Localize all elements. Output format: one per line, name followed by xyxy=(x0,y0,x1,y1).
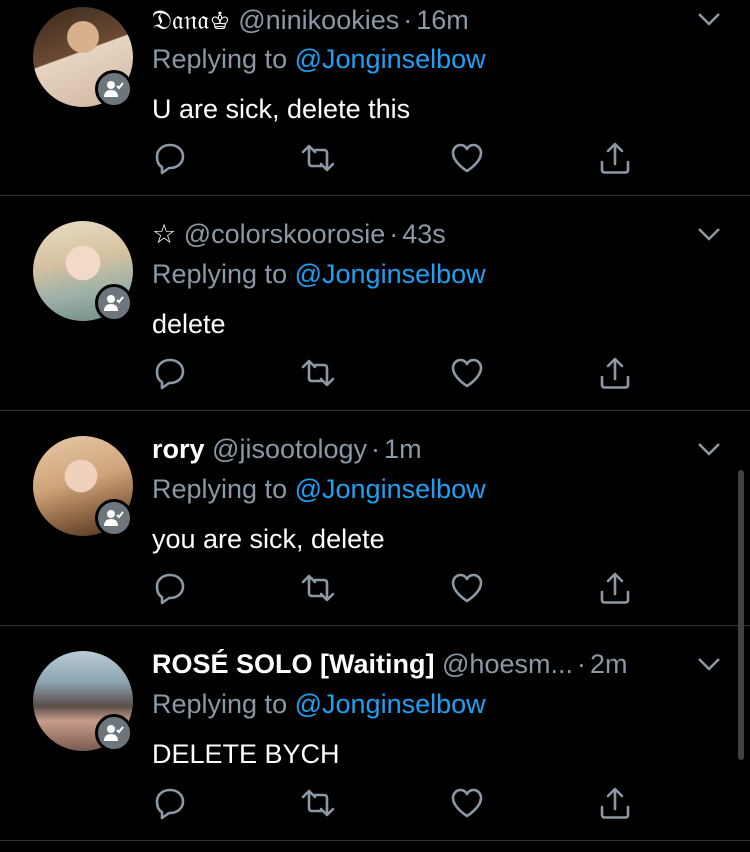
share-icon[interactable] xyxy=(597,140,633,176)
share-icon[interactable] xyxy=(597,355,633,391)
tweet-actions xyxy=(152,140,642,176)
tweet-header: ☆ @colorskoorosie · 43s xyxy=(152,219,446,250)
mention-link[interactable]: @Jonginselbow xyxy=(295,44,486,74)
mention-link[interactable]: @Jonginselbow xyxy=(295,259,486,289)
retweet-icon[interactable] xyxy=(300,355,336,391)
reply-icon[interactable] xyxy=(152,570,188,606)
tweet-item[interactable]: rory @jisootology · 1m Replying to @Jongin… xyxy=(0,412,750,626)
follower-badge-icon xyxy=(95,70,133,108)
user-handle[interactable]: @jisootology xyxy=(212,434,367,464)
tweet-item[interactable]: ☆ @colorskoorosie · 43s Replying to @Jongi… xyxy=(0,197,750,411)
tweet-item[interactable]: ROSÉ SOLO [Waiting] @hoesm... · 2m Replyin… xyxy=(0,627,750,841)
reply-icon[interactable] xyxy=(152,785,188,821)
reply-icon[interactable] xyxy=(152,355,188,391)
display-name[interactable]: 𝔇𝔞𝔫𝔞♔ xyxy=(152,5,231,36)
reply-icon[interactable] xyxy=(152,140,188,176)
timestamp[interactable]: 2m xyxy=(590,649,628,679)
replying-label: Replying to xyxy=(152,689,288,719)
separator: · xyxy=(389,219,399,249)
chevron-down-icon[interactable] xyxy=(696,10,722,28)
replying-to: Replying to @Jonginselbow xyxy=(152,474,486,505)
chevron-down-icon[interactable] xyxy=(696,225,722,243)
separator: · xyxy=(576,649,586,679)
user-handle[interactable]: @hoesm... xyxy=(442,649,573,679)
chevron-down-icon[interactable] xyxy=(696,655,722,673)
tweet-header: rory @jisootology · 1m xyxy=(152,434,422,465)
follower-badge-icon xyxy=(95,284,133,322)
tweet-actions xyxy=(152,785,642,821)
tweet-actions xyxy=(152,355,642,391)
follower-badge-icon xyxy=(95,714,133,752)
mention-link[interactable]: @Jonginselbow xyxy=(295,689,486,719)
tweet-actions xyxy=(152,570,642,606)
heart-icon[interactable] xyxy=(449,140,485,176)
heart-icon[interactable] xyxy=(449,355,485,391)
separator: · xyxy=(371,434,381,464)
replying-to: Replying to @Jonginselbow xyxy=(152,44,486,75)
replying-label: Replying to xyxy=(152,259,288,289)
tweet-text: delete xyxy=(152,309,226,339)
scrollbar[interactable] xyxy=(738,470,744,760)
heart-icon[interactable] xyxy=(449,785,485,821)
replying-to: Replying to @Jonginselbow xyxy=(152,259,486,290)
tweet-item[interactable]: 𝔇𝔞𝔫𝔞♔ @ninikookies · 16m Replying to @Jong… xyxy=(0,0,750,196)
replying-label: Replying to xyxy=(152,474,288,504)
tweet-text: DELETE BYCH xyxy=(152,739,340,769)
timestamp[interactable]: 1m xyxy=(384,434,422,464)
separator: · xyxy=(403,5,413,35)
retweet-icon[interactable] xyxy=(300,570,336,606)
display-name[interactable]: ROSÉ SOLO [Waiting] xyxy=(152,649,435,679)
display-name[interactable]: rory xyxy=(152,434,205,464)
share-icon[interactable] xyxy=(597,785,633,821)
timestamp[interactable]: 16m xyxy=(416,5,469,35)
user-handle[interactable]: @ninikookies xyxy=(238,5,399,35)
replying-to: Replying to @Jonginselbow xyxy=(152,689,486,720)
tweet-text: you are sick, delete xyxy=(152,524,385,554)
tweet-header: 𝔇𝔞𝔫𝔞♔ @ninikookies · 16m xyxy=(152,5,469,37)
retweet-icon[interactable] xyxy=(300,785,336,821)
timestamp[interactable]: 43s xyxy=(402,219,446,249)
follower-badge-icon xyxy=(95,499,133,537)
retweet-icon[interactable] xyxy=(300,140,336,176)
replying-label: Replying to xyxy=(152,44,288,74)
user-handle[interactable]: @colorskoorosie xyxy=(184,219,386,249)
chevron-down-icon[interactable] xyxy=(696,440,722,458)
tweet-header: ROSÉ SOLO [Waiting] @hoesm... · 2m xyxy=(152,649,627,680)
share-icon[interactable] xyxy=(597,570,633,606)
tweet-text: U are sick, delete this xyxy=(152,94,411,124)
display-name[interactable]: ☆ xyxy=(152,219,176,249)
heart-icon[interactable] xyxy=(449,570,485,606)
mention-link[interactable]: @Jonginselbow xyxy=(295,474,486,504)
